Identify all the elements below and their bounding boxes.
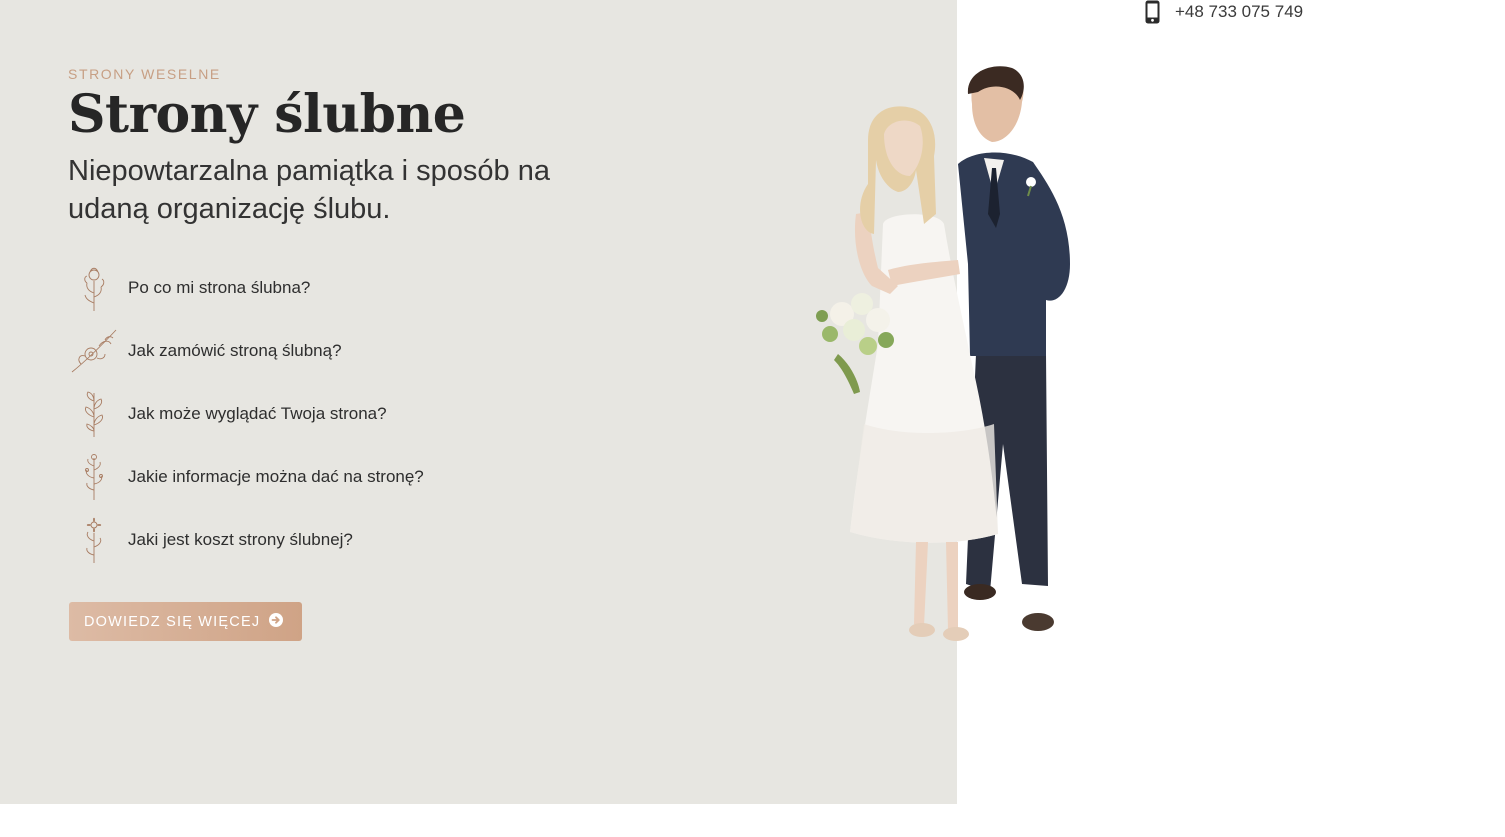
faq-item[interactable]: Jaki jest koszt strony ślubnej? [68,508,424,571]
faq-label[interactable]: Jakie informacje można dać na stronę? [128,467,424,487]
leaf-sprig-icon [68,388,120,440]
section-eyebrow: STRONY WESELNE [68,66,221,82]
page-title: Strony ślubne [68,84,466,145]
faq-label[interactable]: Jak zamówić stroną ślubną? [128,341,342,361]
flower-bouquet-icon [68,262,120,314]
page-subtitle: Niepowtarzalna pamiątka i sposób na udan… [68,155,550,225]
faq-label[interactable]: Jak może wyglądać Twoja strona? [128,404,387,424]
flower-branch-icon [68,325,120,377]
arrow-circle-right-icon [269,612,284,631]
faq-item[interactable]: Jak może wyglądać Twoja strona? [68,382,424,445]
learn-more-label: DOWIEDZ SIĘ WIĘCEJ [84,613,261,630]
mobile-phone-icon [1144,0,1161,24]
faq-item[interactable]: Jak zamówić stroną ślubną? [68,319,424,382]
phone-contact[interactable]: +48 733 075 749 [1144,0,1303,24]
faq-item[interactable]: Po co mi strona ślubna? [68,256,424,319]
learn-more-button[interactable]: DOWIEDZ SIĘ WIĘCEJ [69,602,302,641]
wedding-couple-photo [808,64,1078,646]
faq-label[interactable]: Po co mi strona ślubna? [128,278,310,298]
phone-number[interactable]: +48 733 075 749 [1175,2,1303,22]
faq-list: Po co mi strona ślubna? Jak zamówić stro… [68,256,424,571]
faq-item[interactable]: Jakie informacje można dać na stronę? [68,445,424,508]
blossom-stem-icon [68,514,120,566]
faq-label[interactable]: Jaki jest koszt strony ślubnej? [128,530,353,550]
wildflower-icon [68,451,120,503]
